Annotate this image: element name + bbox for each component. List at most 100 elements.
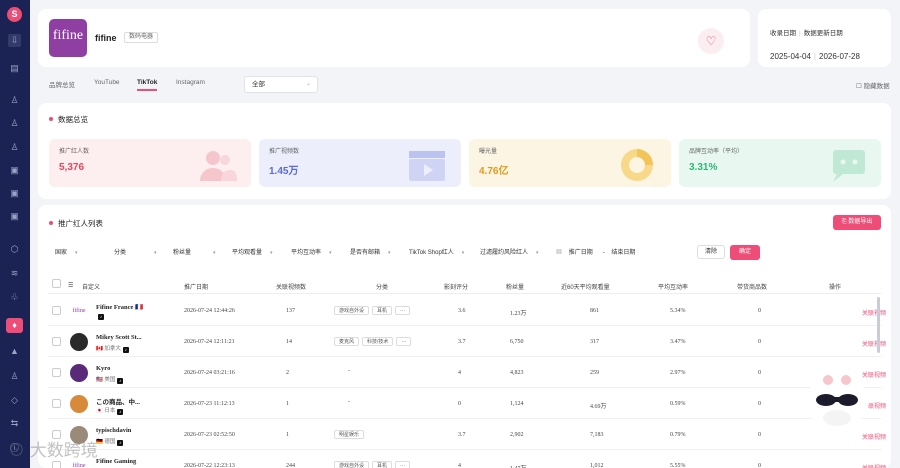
avatar[interactable]	[70, 395, 88, 413]
app-logo[interactable]: S	[7, 7, 22, 22]
row-checkbox[interactable]	[52, 337, 61, 346]
influencer-country: 🇺🇸 美国 ♪	[96, 377, 124, 384]
influencer-name[interactable]: この商品、中...	[96, 396, 140, 406]
table-row[interactable]: fifine Fifine France 🇫🇷 ♪ 2026-07-24 12:…	[48, 296, 886, 326]
table-row[interactable]: Mikey Scott St... 🇨🇦 加拿大 ♪ 2026-07-24 12:…	[48, 327, 886, 357]
avg-views: 259	[590, 370, 599, 376]
influencer-country: 🇩🇪 德国 ♪	[96, 439, 124, 446]
hide-data-toggle[interactable]: ☐ 隐藏数据	[856, 80, 890, 90]
triangle-icon[interactable]: ▲	[8, 345, 21, 358]
filter-avg-engagement[interactable]: 平均互动率 ▾	[291, 247, 332, 256]
table-row[interactable]: typischdavin 🇩🇪 德国 ♪ 2026-07-23 02:52:50 …	[48, 420, 886, 450]
column-settings-icon[interactable]: ☰	[68, 282, 73, 289]
download-icon[interactable]: ⇩	[8, 34, 21, 47]
select-all-checkbox[interactable]	[52, 279, 61, 288]
score: 3.6	[458, 308, 466, 314]
diamond-icon[interactable]: ♦	[6, 318, 23, 333]
list-icon[interactable]: ▤	[8, 62, 21, 75]
table-row[interactable]: fifine Fifine Gaming ♪ 2026-07-22 12:23:…	[48, 451, 886, 468]
calendar-icon: ▦	[556, 250, 563, 256]
engagement-rate: 2.97%	[670, 370, 686, 376]
doc-icon[interactable]: ▣	[8, 187, 21, 200]
related-videos-link[interactable]: 关联视频	[862, 463, 886, 468]
swap-icon[interactable]: ⇆	[8, 417, 21, 430]
tiktok-icon[interactable]: ♪	[122, 347, 129, 353]
brand-logo: fifine	[49, 19, 87, 57]
filter-avg-views[interactable]: 平均观看量 ▾	[232, 247, 273, 256]
related-videos-link[interactable]: 关联视频	[862, 308, 886, 317]
score: 4	[458, 370, 461, 376]
tab-tiktok[interactable]: TikTok	[137, 79, 158, 91]
tab-brand-overview[interactable]: 品牌总览	[49, 79, 75, 89]
cube-icon[interactable]: ⬡	[8, 243, 21, 256]
tab-instagram[interactable]: Instagram	[176, 79, 205, 86]
people-icon[interactable]: ♧	[8, 291, 21, 304]
video-count: 2	[286, 370, 289, 376]
avatar[interactable]	[70, 333, 88, 351]
influencer-name[interactable]: Mikey Scott St...	[96, 334, 142, 341]
influencer-country: 🇯🇵 日本 ♪	[96, 408, 124, 415]
row-checkbox[interactable]	[52, 399, 61, 408]
filter-risk[interactable]: 过滤履约风险红人 ▾	[480, 247, 539, 256]
assistant-mascot-icon[interactable]	[802, 372, 872, 432]
category-tag: 耳机	[372, 306, 393, 315]
related-videos-link[interactable]: 关联视频	[862, 432, 886, 441]
doc-icon[interactable]: ▣	[8, 164, 21, 177]
influencer-name[interactable]: typischdavin	[96, 427, 131, 434]
table-row[interactable]: この商品、中... 🇯🇵 日本 ♪ 2026-07-23 11:12:13 1 -…	[48, 389, 886, 419]
tiktok-icon[interactable]: ♪	[117, 409, 124, 415]
filter-has-email[interactable]: 是否有邮箱 ▾	[350, 247, 391, 256]
user-icon[interactable]: ♙	[8, 141, 21, 154]
watermark-logo-icon: ⊙	[8, 441, 25, 460]
filter-country[interactable]: 国家 ▾	[55, 247, 78, 256]
row-checkbox[interactable]	[52, 368, 61, 377]
favorite-heart-button[interactable]: ♡	[698, 28, 724, 54]
goods-count: 0	[758, 432, 761, 438]
user-icon[interactable]: ♙	[8, 117, 21, 130]
overview-card: 数据总览 推广红人数 5,376 推广视频数 1.45万 曝光量 4.76亿 品…	[38, 103, 891, 199]
engagement-rate: 0.59%	[670, 401, 686, 407]
clear-button[interactable]: 清除	[697, 245, 725, 259]
table-header: ☰ 自定义 推广日期 关联视频数 分类 影刻评分 粉丝量 近60天平均观看量 平…	[48, 276, 881, 294]
category-tag[interactable]: ···	[395, 461, 411, 468]
export-button[interactable]: ⎘ 数据导出	[833, 215, 881, 230]
goods-count: 0	[758, 370, 761, 376]
row-checkbox[interactable]	[52, 306, 61, 315]
goods-count: 0	[758, 308, 761, 314]
checkbox-icon: ☐	[856, 83, 862, 90]
tiktok-icon[interactable]: ♪	[98, 314, 104, 320]
tiktok-icon[interactable]: ♪	[117, 378, 124, 384]
tiktok-icon[interactable]: ♪	[117, 440, 124, 446]
doc-icon[interactable]: ▣	[8, 210, 21, 223]
promo-date: 2026-07-23 02:52:50	[184, 432, 235, 438]
influencer-name[interactable]: Fifine France 🇫🇷	[96, 303, 143, 311]
category-tag: 科技/技术	[362, 337, 394, 346]
promo-date: 2026-07-24 12:11:21	[184, 339, 235, 345]
layers-icon[interactable]: ◇	[8, 394, 21, 407]
stat-card-engagement: 品牌互动率（平均） 3.31%	[679, 139, 881, 187]
table-scrollbar[interactable]	[877, 297, 880, 353]
filter-tiktok-shop[interactable]: TikTok Shop红人 ▾	[409, 247, 464, 256]
sidebar: S ⇩ ▤ ♙ ♙ ♙ ▣ ▣ ▣ ⬡ ≋ ♧ ♦ ▲ ♙ ◇ ⇆ ⓘ	[0, 0, 30, 468]
brand-name: fifine	[95, 33, 117, 43]
table-row[interactable]: Kyro 🇺🇸 美国 ♪ 2026-07-24 03:21:16 2 - 4 4,…	[48, 358, 886, 388]
influencer-name[interactable]: Kyro	[96, 365, 110, 372]
category-tag[interactable]: ···	[396, 337, 412, 346]
person-icon[interactable]: ♙	[8, 370, 21, 383]
related-videos-link[interactable]: 关联视频	[862, 339, 886, 348]
row-checkbox[interactable]	[52, 461, 61, 468]
region-select[interactable]: 全部 ⌄	[244, 76, 318, 93]
promo-date: 2026-07-22 12:23:13	[184, 463, 235, 468]
confirm-button[interactable]: 确定	[730, 245, 760, 260]
stack-icon[interactable]: ≋	[8, 267, 21, 280]
filter-followers[interactable]: 粉丝量 ▾	[173, 247, 216, 256]
filter-category[interactable]: 分类 ▾	[114, 247, 157, 256]
avatar[interactable]	[70, 364, 88, 382]
influencer-name[interactable]: Fifine Gaming	[96, 458, 136, 465]
influencer-country: ♪	[96, 313, 104, 320]
tab-youtube[interactable]: YouTube	[94, 79, 120, 86]
user-icon[interactable]: ♙	[8, 94, 21, 107]
avatar[interactable]: fifine	[70, 302, 88, 320]
category-tag[interactable]: ···	[395, 306, 411, 315]
date-range-picker[interactable]: ▦ 推广日期 - 结束日期	[556, 247, 635, 256]
